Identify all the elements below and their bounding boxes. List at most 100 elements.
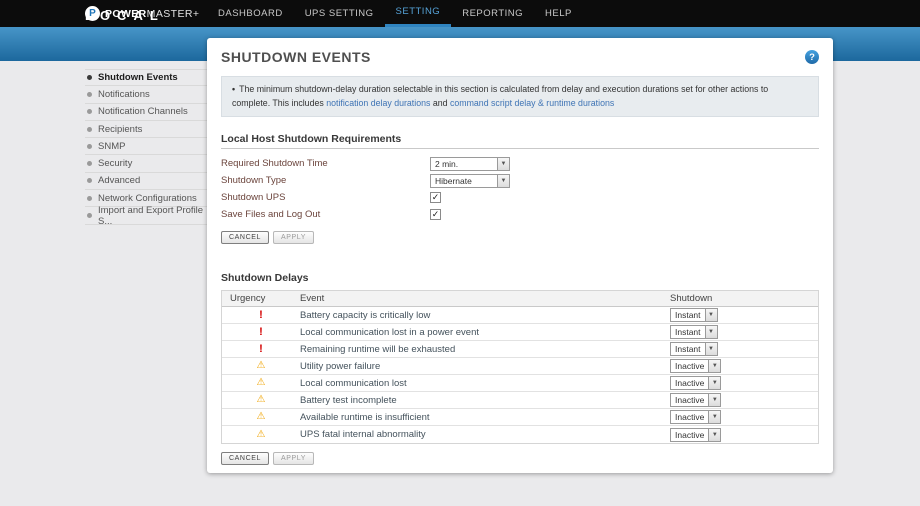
help-icon[interactable]: ? bbox=[805, 50, 819, 64]
sidebar-item-snmp[interactable]: SNMP bbox=[85, 138, 207, 156]
shutdown-select[interactable]: Instant ▼ bbox=[670, 308, 718, 323]
shutdown-select[interactable]: Instant ▼ bbox=[670, 325, 718, 340]
select-value: Instant bbox=[675, 310, 701, 321]
shutdown-events-panel: SHUTDOWN EVENTS ? • The minimum shutdown-… bbox=[207, 38, 833, 473]
warning-icon: ⚠ bbox=[256, 394, 266, 406]
event-label: Local communication lost bbox=[300, 377, 407, 389]
table-row: ⚠ UPS fatal internal abnormality Inactiv… bbox=[222, 426, 818, 443]
nav-reporting[interactable]: REPORTING bbox=[451, 0, 534, 27]
page-title: SHUTDOWN EVENTS bbox=[221, 49, 371, 65]
requirements-buttons: CANCEL APPLY bbox=[221, 231, 819, 245]
form-row-shutdown-type: Shutdown Type Hibernate ▼ bbox=[221, 172, 819, 189]
sidebar-item-import-export-profile[interactable]: Import and Export Profile S... bbox=[85, 204, 207, 227]
delays-cancel-button[interactable]: CANCEL bbox=[221, 452, 269, 466]
critical-icon: ! bbox=[259, 325, 263, 338]
sidebar: Shutdown Events Notifications Notificati… bbox=[85, 69, 207, 227]
save-files-checkbox[interactable]: ✓ bbox=[430, 209, 441, 221]
event-label: Local communication lost in a power even… bbox=[300, 326, 480, 338]
bullet-icon bbox=[87, 126, 92, 132]
info-notice: • The minimum shutdown-delay duration sel… bbox=[221, 76, 819, 118]
chevron-down-icon: ▼ bbox=[497, 174, 509, 187]
notification-delay-durations-link[interactable]: notification delay durations bbox=[326, 98, 430, 108]
warning-icon: ⚠ bbox=[256, 428, 266, 440]
shutdown-delays-heading: Shutdown Delays bbox=[221, 272, 309, 285]
chevron-down-icon: ▼ bbox=[497, 157, 509, 170]
table-header: Urgency Event Shutdown bbox=[222, 291, 818, 308]
warning-icon: ⚠ bbox=[256, 411, 266, 423]
main-nav: DASHBOARD UPS SETTING SETTING REPORTING … bbox=[207, 0, 583, 27]
critical-icon: ! bbox=[259, 342, 263, 355]
form-row-required-shutdown-time: Required Shutdown Time 2 min. ▼ bbox=[221, 155, 819, 172]
shutdown-select[interactable]: Inactive ▼ bbox=[670, 427, 722, 442]
notice-text-mid: and bbox=[430, 97, 450, 108]
select-value: Instant bbox=[675, 327, 701, 338]
chevron-down-icon: ▼ bbox=[708, 394, 721, 407]
event-label: Utility power failure bbox=[300, 360, 381, 372]
required-shutdown-time-select[interactable]: 2 min. ▼ bbox=[430, 156, 510, 171]
bullet-icon bbox=[87, 91, 92, 97]
sidebar-item-security[interactable]: Security bbox=[85, 155, 207, 173]
requirements-cancel-button[interactable]: CANCEL bbox=[221, 231, 269, 245]
sidebar-item-label: Notifications bbox=[98, 88, 150, 100]
shutdown-select[interactable]: Inactive ▼ bbox=[670, 393, 722, 408]
shutdown-ups-checkbox[interactable]: ✓ bbox=[430, 192, 441, 204]
sidebar-item-advanced[interactable]: Advanced bbox=[85, 173, 207, 191]
sidebar-item-label: Network Configurations bbox=[98, 192, 197, 204]
sidebar-item-label: Notification Channels bbox=[98, 106, 188, 118]
delays-apply-button[interactable]: APPLY bbox=[273, 452, 315, 466]
banner-title: LOCAL bbox=[85, 8, 165, 23]
event-label: UPS fatal internal abnormality bbox=[300, 429, 426, 441]
sidebar-item-notifications[interactable]: Notifications bbox=[85, 86, 207, 104]
select-value: Inactive bbox=[675, 412, 705, 423]
table-row: ! Battery capacity is critically low Ins… bbox=[222, 307, 818, 325]
sidebar-item-label: Shutdown Events bbox=[98, 72, 178, 84]
chevron-down-icon: ▼ bbox=[704, 326, 717, 339]
panel-header: SHUTDOWN EVENTS ? bbox=[221, 48, 819, 66]
nav-setting[interactable]: SETTING bbox=[384, 0, 452, 27]
shutdown-delays-table: Urgency Event Shutdown ! Battery capacit… bbox=[221, 290, 819, 445]
nav-dashboard[interactable]: DASHBOARD bbox=[207, 0, 294, 27]
bullet-icon bbox=[87, 161, 92, 167]
sidebar-item-shutdown-events[interactable]: Shutdown Events bbox=[85, 69, 207, 87]
event-label: Battery capacity is critically low bbox=[300, 309, 431, 321]
requirements-apply-button[interactable]: APPLY bbox=[273, 231, 315, 245]
table-row: ⚠ Local communication lost Inactive ▼ bbox=[222, 375, 818, 393]
nav-help[interactable]: HELP bbox=[534, 0, 583, 27]
table-row: ⚠ Utility power failure Inactive ▼ bbox=[222, 358, 818, 376]
table-row: ⚠ Available runtime is insufficient Inac… bbox=[222, 409, 818, 427]
bullet-icon bbox=[87, 109, 92, 115]
shutdown-select[interactable]: Inactive ▼ bbox=[670, 359, 722, 374]
shutdown-select[interactable]: Inactive ▼ bbox=[670, 410, 722, 425]
delays-buttons: CANCEL APPLY bbox=[221, 452, 819, 466]
shutdown-select[interactable]: Inactive ▼ bbox=[670, 376, 722, 391]
column-header-urgency: Urgency bbox=[230, 293, 266, 305]
requirements-form: Required Shutdown Time 2 min. ▼ Shutdown … bbox=[221, 155, 819, 223]
shutdown-ups-label: Shutdown UPS bbox=[221, 192, 286, 204]
sidebar-item-notification-channels[interactable]: Notification Channels bbox=[85, 104, 207, 121]
column-header-event: Event bbox=[300, 293, 325, 305]
shutdown-select[interactable]: Instant ▼ bbox=[670, 342, 718, 357]
shutdown-type-label: Shutdown Type bbox=[221, 175, 287, 187]
warning-icon: ⚠ bbox=[256, 377, 266, 389]
chevron-down-icon: ▼ bbox=[708, 377, 721, 390]
command-script-durations-link[interactable]: command script delay & runtime durations bbox=[450, 98, 614, 108]
form-row-shutdown-ups: Shutdown UPS ✓ bbox=[221, 189, 819, 206]
table-row: ! Remaining runtime will be exhausted In… bbox=[222, 341, 818, 359]
chevron-down-icon: ▼ bbox=[708, 411, 721, 424]
select-value: Inactive bbox=[675, 429, 705, 440]
sidebar-item-recipients[interactable]: Recipients bbox=[85, 121, 207, 139]
bullet-icon bbox=[87, 195, 92, 201]
critical-icon: ! bbox=[259, 308, 263, 321]
shutdown-type-select[interactable]: Hibernate ▼ bbox=[430, 173, 510, 188]
select-value: Instant bbox=[675, 344, 701, 355]
sidebar-item-label: Advanced bbox=[98, 175, 141, 187]
bullet-icon bbox=[87, 143, 92, 149]
sidebar-item-label: SNMP bbox=[98, 140, 126, 152]
sidebar-item-label: Import and Export Profile S... bbox=[98, 204, 204, 227]
bullet-icon bbox=[87, 75, 92, 81]
chevron-down-icon: ▼ bbox=[704, 343, 717, 356]
event-label: Available runtime is insufficient bbox=[300, 411, 430, 423]
form-row-save-files: Save Files and Log Out ✓ bbox=[221, 206, 819, 223]
notice-bullet: • bbox=[232, 84, 236, 94]
nav-ups-setting[interactable]: UPS SETTING bbox=[294, 0, 385, 27]
